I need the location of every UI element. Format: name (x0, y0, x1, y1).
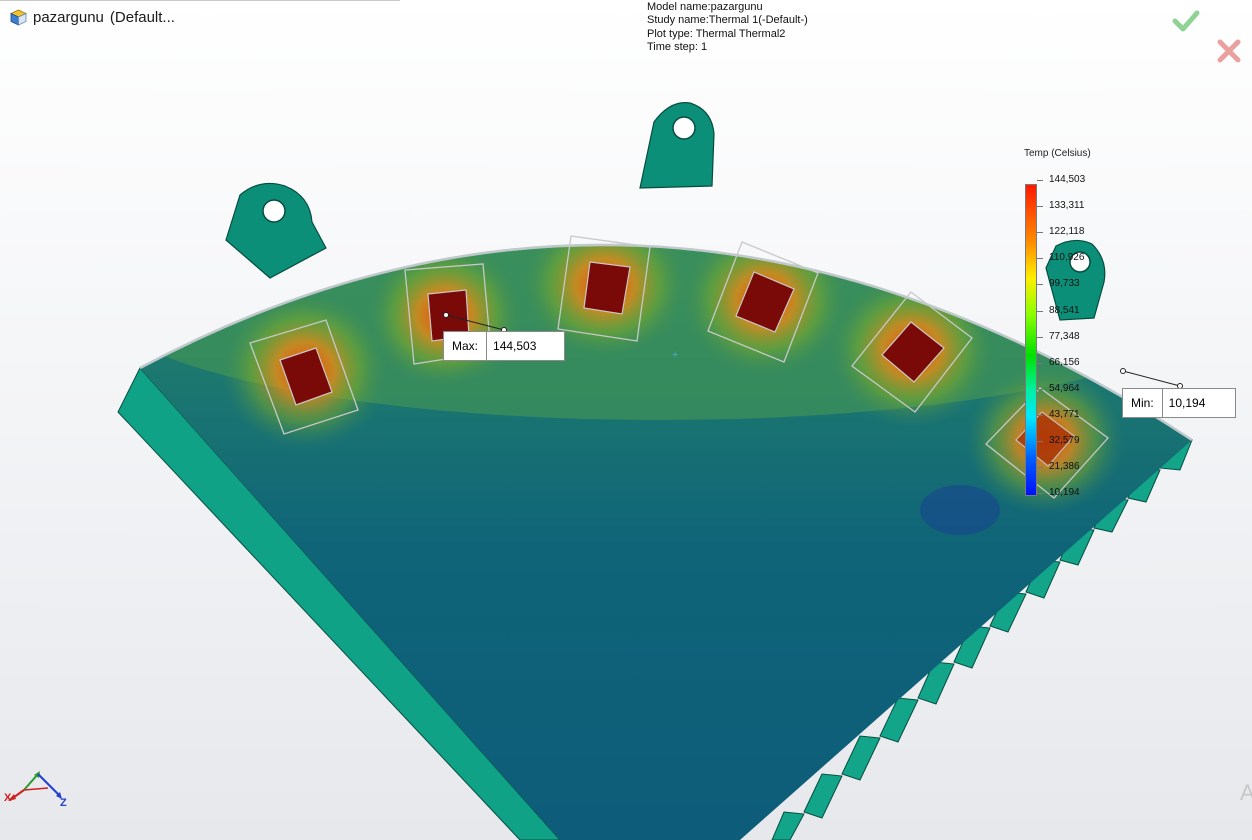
legend-tick (1037, 310, 1043, 312)
legend-label: 10,194 (1049, 487, 1080, 499)
legend-label: 66,156 (1049, 356, 1080, 368)
legend-tick (1037, 206, 1043, 208)
min-callout-key: Min: (1123, 389, 1163, 417)
model-viewport[interactable] (0, 0, 1252, 840)
legend-label: 144,503 (1049, 174, 1086, 185)
legend-tick (1037, 467, 1043, 469)
legend-label: 133,311 (1049, 200, 1085, 212)
max-callout[interactable]: Max: 144,503 (443, 331, 565, 361)
legend-label: 122,118 (1049, 226, 1085, 238)
triad-z-label: Z (60, 797, 67, 809)
legend-tick (1037, 362, 1043, 364)
legend-label: 43,771 (1049, 408, 1080, 420)
legend-tick (1037, 180, 1043, 181)
legend-tick (1037, 336, 1043, 338)
legend-label: 110,926 (1049, 252, 1085, 264)
origin-marker: + (672, 349, 679, 361)
edge-text: A (1240, 780, 1252, 805)
legend-label: 88,541 (1049, 304, 1080, 316)
triad-x-label: X (4, 792, 12, 804)
legend-label: 21,386 (1049, 461, 1080, 473)
legend-label: 99,733 (1049, 278, 1080, 290)
min-callout-value: 10,194 (1168, 396, 1206, 410)
min-callout[interactable]: Min: 10,194 (1122, 388, 1236, 418)
legend-tick (1037, 493, 1043, 495)
mounting-lug-center (639, 102, 715, 189)
legend-label: 32,579 (1049, 435, 1080, 446)
legend-tick (1037, 258, 1043, 260)
mounting-lug-left (225, 182, 327, 279)
legend-title: Temp (Celsius) (1024, 148, 1091, 159)
max-callout-key: Max: (444, 332, 488, 360)
legend-tick (1037, 284, 1043, 286)
legend-tick (1037, 414, 1043, 416)
legend-tick (1037, 441, 1043, 442)
legend-label: 54,964 (1049, 382, 1080, 394)
legend-color-bar (1025, 184, 1037, 496)
max-callout-value: 144,503 (493, 339, 537, 353)
legend-tick (1037, 388, 1043, 390)
legend-tick (1037, 232, 1043, 234)
legend-label: 77,348 (1049, 330, 1080, 342)
